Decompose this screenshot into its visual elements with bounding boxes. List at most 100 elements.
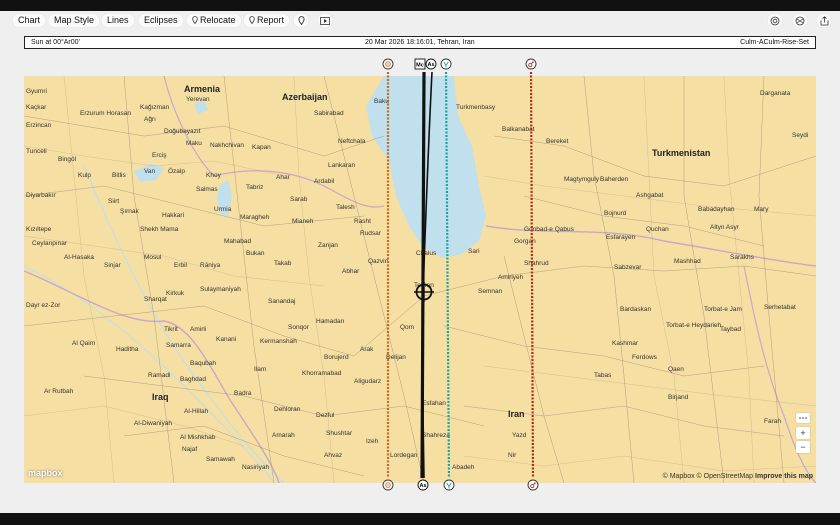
place-label: Shahrud bbox=[524, 260, 549, 267]
place-label: Birjand bbox=[668, 394, 689, 401]
place-label: Najaf bbox=[182, 446, 198, 453]
place-label: Nir bbox=[508, 452, 517, 459]
eclipses-button[interactable]: Eclipses bbox=[138, 13, 184, 28]
relocate-button[interactable]: Relocate bbox=[186, 13, 242, 28]
pin-icon bbox=[192, 16, 198, 25]
place-label: Qom bbox=[400, 324, 415, 331]
place-label: Esfahan bbox=[422, 400, 446, 407]
place-label: Bereket bbox=[546, 138, 569, 145]
place-label: Sinjar bbox=[104, 262, 121, 269]
place-label: Ağrı bbox=[144, 116, 156, 123]
place-label: Ferdows bbox=[632, 354, 657, 361]
lines-button[interactable]: Lines bbox=[101, 13, 135, 28]
place-label: Sari bbox=[468, 248, 480, 255]
place-label: Ramadi bbox=[148, 372, 171, 379]
relocate-label: Relocate bbox=[200, 15, 236, 25]
place-label: Qazvin bbox=[368, 258, 389, 265]
place-label: Ardabil bbox=[314, 178, 335, 185]
ellipsis-icon bbox=[799, 417, 807, 419]
place-label: Amarah bbox=[272, 432, 295, 439]
location-pin-icon bbox=[297, 16, 305, 25]
place-label: Dehloran bbox=[274, 406, 301, 413]
place-label: Erbil bbox=[174, 262, 188, 269]
zoom-out-button[interactable]: − bbox=[796, 441, 810, 453]
place-label: Erciş bbox=[152, 152, 167, 159]
place-label: Tikrit bbox=[164, 326, 178, 333]
place-label: Takab bbox=[274, 260, 292, 267]
place-label: Mary bbox=[754, 206, 769, 213]
place-label: Amiriyeh bbox=[498, 274, 524, 281]
place-label: Sharqat bbox=[144, 296, 167, 303]
eclipses-label: Eclipses bbox=[144, 15, 178, 25]
chart-date-location: 20 Mar 2026 18:16:01, Tehran, Iran bbox=[365, 39, 475, 46]
place-label: Ilam bbox=[254, 366, 267, 373]
place-label: Dezful bbox=[316, 412, 335, 419]
place-label: Arak bbox=[360, 346, 374, 353]
place-label: Kaçkar bbox=[26, 104, 47, 111]
place-label: Al Mishkhab bbox=[180, 434, 216, 441]
place-label: Samawah bbox=[206, 456, 235, 463]
place-label: Aligudarz bbox=[354, 378, 382, 385]
place-label: Mahabad bbox=[224, 238, 252, 245]
place-label: Kapan bbox=[252, 144, 271, 151]
place-label: Lankaran bbox=[328, 162, 356, 169]
world-map[interactable]: Armenia Azerbaijan Turkmenistan Iraq Ira… bbox=[24, 76, 816, 483]
place-label: Neftchala bbox=[338, 138, 366, 145]
map-style-button[interactable]: Map Style bbox=[48, 13, 101, 28]
chart-button[interactable]: Chart bbox=[12, 13, 47, 28]
zoom-in-button[interactable]: + bbox=[796, 427, 810, 439]
place-label: Şırnak bbox=[120, 208, 139, 215]
chart-info-bar: Sun at 00°Ar00' 20 Mar 2026 18:16:01, Te… bbox=[24, 36, 816, 49]
place-label: Shahreza bbox=[422, 432, 450, 439]
place-label: Bukan bbox=[246, 250, 265, 257]
place-label: Haditha bbox=[116, 346, 139, 353]
location-pin-button[interactable] bbox=[293, 13, 309, 28]
place-label: Esfarayen bbox=[606, 234, 636, 241]
improve-map-link[interactable]: Improve this map bbox=[755, 473, 813, 480]
lines-label: Lines bbox=[107, 15, 129, 25]
place-label: Izeh bbox=[366, 438, 379, 445]
place-label: Torbat-e Heydarieh bbox=[666, 322, 722, 329]
toolbar: Chart Map Style Lines Eclipses Relocate … bbox=[0, 11, 840, 31]
place-label: Serhetabat bbox=[764, 304, 796, 311]
place-label: Altyn Asyr bbox=[710, 224, 739, 231]
place-label: Rāniya bbox=[200, 262, 221, 269]
target-settings-button[interactable] bbox=[767, 13, 783, 28]
globe-icon bbox=[795, 16, 805, 25]
country-label-iran: Iran bbox=[508, 409, 525, 419]
place-label: Urmia bbox=[214, 206, 232, 213]
place-label: Baqubah bbox=[190, 360, 217, 367]
mapbox-logo[interactable]: mapbox bbox=[28, 468, 63, 478]
place-label: Gonbad-e Qabus bbox=[524, 226, 574, 233]
place-label: Delijan bbox=[386, 354, 406, 361]
place-label: Kashmar bbox=[612, 340, 639, 347]
map-menu-button[interactable] bbox=[796, 413, 810, 423]
globe-button[interactable] bbox=[792, 13, 808, 28]
place-label: Mashhad bbox=[674, 258, 701, 265]
place-label: Yerevan bbox=[186, 96, 210, 103]
place-label: Al-Hillah bbox=[184, 408, 209, 415]
pin-icon bbox=[249, 16, 255, 25]
place-label: Borujerd bbox=[324, 354, 349, 361]
place-label: Tehran bbox=[414, 282, 434, 289]
report-button[interactable]: Report bbox=[243, 13, 291, 28]
place-label: Maku bbox=[186, 140, 202, 147]
country-label-iraq: Iraq bbox=[152, 392, 169, 402]
place-label: Zanjan bbox=[318, 242, 338, 249]
place-label: Taybad bbox=[720, 326, 741, 333]
place-label: Al Qaim bbox=[72, 340, 96, 347]
place-label: Bojnurd bbox=[604, 210, 627, 217]
place-label: Abhar bbox=[342, 268, 360, 275]
place-label: Nakhchivan bbox=[210, 142, 244, 149]
country-label-turkmenistan: Turkmenistan bbox=[652, 148, 711, 158]
place-label: Turkmenbasy bbox=[456, 104, 496, 111]
place-label: Baku bbox=[374, 98, 389, 105]
place-label: Mianeh bbox=[292, 218, 314, 225]
place-label: Ar Rutbah bbox=[44, 388, 74, 395]
chart-label: Chart bbox=[18, 15, 41, 25]
place-label: Kanani bbox=[216, 336, 237, 343]
place-label: Kermanshah bbox=[260, 338, 297, 345]
place-label: Erzurum Horasan bbox=[80, 110, 131, 117]
share-button[interactable] bbox=[816, 13, 832, 28]
play-button[interactable] bbox=[317, 13, 333, 28]
